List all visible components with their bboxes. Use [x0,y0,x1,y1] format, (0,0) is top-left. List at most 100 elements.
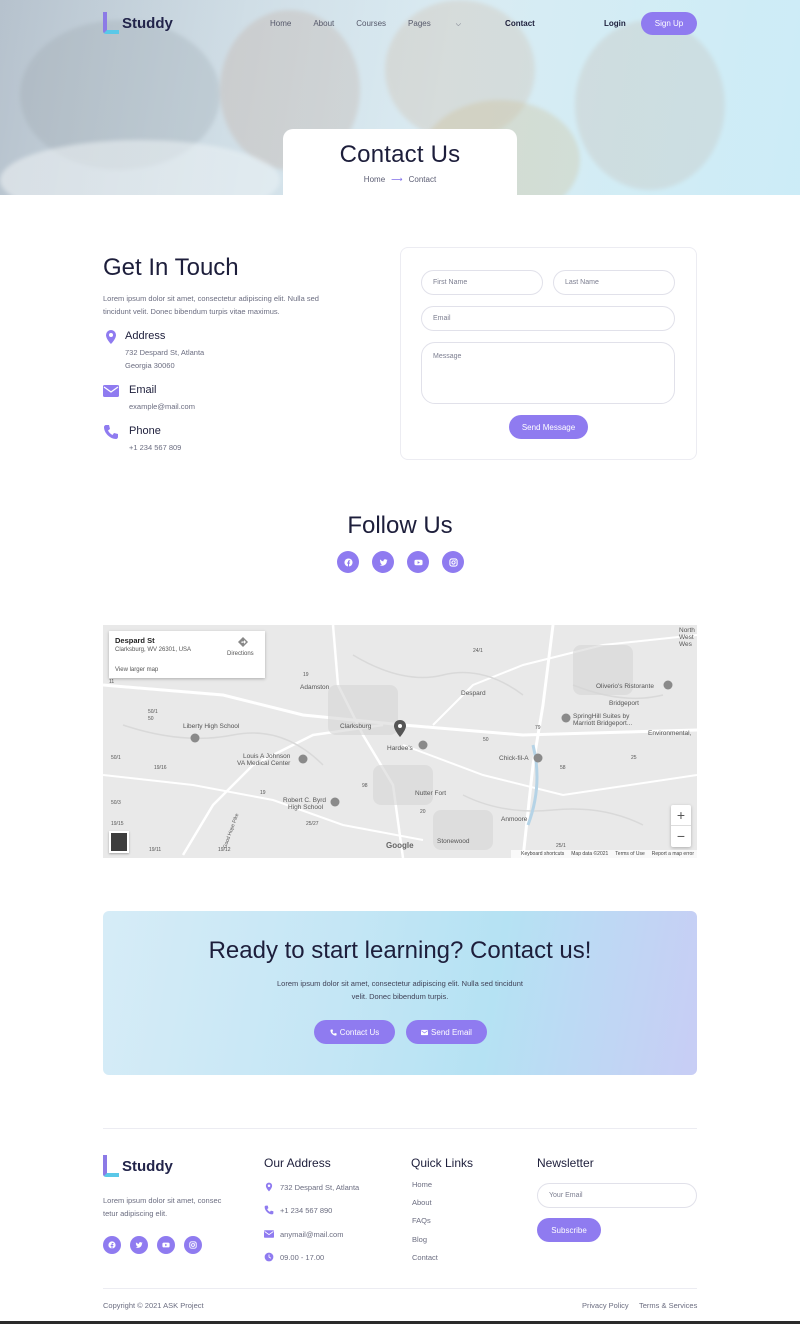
road-shield: 50/3 [111,800,121,806]
terms-of-use-link[interactable]: Terms of Use [615,851,644,857]
youtube-icon [162,1242,170,1248]
contact-us-button[interactable]: Contact Us [314,1020,395,1044]
directions-icon[interactable] [237,636,249,648]
footer-email-text[interactable]: anymail@mail.com [280,1230,343,1239]
youtube-link[interactable] [157,1236,175,1254]
map-label: Stonewood [437,838,470,845]
youtube-icon [413,559,423,565]
contact-us-label: Contact Us [339,1027,380,1037]
send-email-button[interactable]: Send Email [406,1020,487,1044]
footer-address-text: 732 Despard St, Atlanta [280,1182,360,1192]
map-label: VA Medical Center [237,760,291,767]
satellite-toggle[interactable] [109,831,129,853]
twitter-link[interactable] [372,551,394,573]
nav-contact[interactable]: Contact [505,19,535,29]
privacy-policy-link[interactable]: Privacy Policy [582,1301,629,1310]
footer-phone-text[interactable]: +1 234 567 890 [280,1206,332,1215]
instagram-link[interactable] [184,1236,202,1254]
instagram-icon [189,1241,197,1249]
newsletter-title: Newsletter [537,1156,594,1170]
social-links [337,551,477,573]
zoom-out-button[interactable]: − [671,826,691,846]
road-shield: 25/27 [306,821,319,827]
map-data-text: Map data ©2021 [571,851,609,857]
breadcrumb-home[interactable]: Home [364,175,385,184]
map-info-card: Despard St Clarksburg, WV 26301, USA Vie… [109,631,265,678]
road-shield: 98 [362,783,368,789]
nav-courses[interactable]: Courses [356,19,386,29]
road-shield: 19/16 [154,765,167,771]
nav-pages[interactable]: Pages ⌵ [408,19,483,29]
signup-button[interactable]: Sign Up [641,12,697,35]
map-label: West [679,634,694,641]
map-label: Liberty High School [183,723,240,730]
logo-mark-icon [103,12,119,34]
footer-phone: +1 234 567 890 [264,1205,332,1215]
map-label: Anmoore [501,816,528,823]
facebook-link[interactable] [103,1236,121,1254]
terms-link[interactable]: Terms & Services [639,1301,697,1310]
page-title: Contact Us [339,141,461,168]
road-shield: 20 [420,809,426,815]
phone-value[interactable]: +1 234 567 809 [129,441,181,454]
map-label: Robert C. Byrd [283,797,326,804]
nav-about[interactable]: About [313,19,334,29]
nav-home[interactable]: Home [270,19,291,29]
newsletter-email-input[interactable]: Your Email [537,1183,697,1208]
facebook-icon [343,557,353,567]
email-value[interactable]: example@mail.com [129,400,195,413]
footer-email: anymail@mail.com [264,1229,343,1239]
map-label: Chick-fil-A [499,755,529,762]
login-link[interactable]: Login [604,19,626,28]
zoom-in-button[interactable]: + [671,805,691,826]
road-shield: 19 [303,672,309,678]
send-message-button[interactable]: Send Message [509,415,588,439]
facebook-link[interactable] [337,551,359,573]
envelope-icon [103,385,119,397]
arrow-right-icon: ⟶ [391,175,403,184]
report-error-link[interactable]: Report a map error [652,851,694,857]
address-line-2: Georgia 30060 [125,361,175,370]
twitter-link[interactable] [130,1236,148,1254]
keyboard-shortcuts-link[interactable]: Keyboard shortcuts [521,851,564,857]
footer-link-about[interactable]: About [412,1198,432,1207]
map-label: Marriott Bridgeport... [573,720,633,727]
youtube-link[interactable] [407,551,429,573]
footer-link-blog[interactable]: Blog [412,1235,427,1244]
email-field[interactable]: Email [421,306,675,331]
instagram-link[interactable] [442,551,464,573]
chevron-down-icon: ⌵ [455,21,462,28]
footer-link-home[interactable]: Home [412,1180,432,1189]
map-card-address: Clarksburg, WV 26301, USA [115,647,192,653]
page-title-card: Contact Us Home ⟶ Contact [283,129,517,195]
first-name-field[interactable]: First Name [421,270,543,295]
road-shield: 19 [260,790,266,796]
map-card-title: Despard St [115,636,155,645]
footer-description: Lorem ipsum dolor sit amet, consec tetur… [103,1196,222,1218]
road-shield: 25 [631,755,637,761]
nav-pages-label: Pages [408,19,431,28]
breadcrumb: Home ⟶ Contact [283,175,517,184]
brand-name: Studdy [122,14,173,32]
footer-link-contact[interactable]: Contact [412,1253,438,1262]
footer-address-title: Our Address [264,1156,331,1170]
instagram-icon [448,557,458,567]
view-larger-map-link[interactable]: View larger map [115,667,158,673]
header-logo[interactable]: Studdy [103,12,173,34]
envelope-icon [264,1230,274,1238]
road-shield: 50/1 [111,755,121,761]
directions-label[interactable]: Directions [227,651,254,657]
cta-text: Lorem ipsum dolor sit amet, consectetur … [277,979,523,1001]
footer-divider [103,1128,697,1129]
location-map[interactable]: North West Wes Adamston Despard Oliverio… [103,625,697,858]
location-pin-icon [265,1182,273,1192]
footer-logo[interactable]: Studdy [103,1155,173,1177]
footer-address: 732 Despard St, Atlanta [264,1182,359,1192]
logo-mark-icon [103,1155,119,1177]
subscribe-button[interactable]: Subscribe [537,1218,601,1242]
phone-label: Phone [129,425,161,437]
footer-link-faqs[interactable]: FAQs [412,1216,431,1225]
message-field[interactable]: Message [421,342,675,404]
twitter-icon [135,1242,143,1248]
last-name-field[interactable]: Last Name [553,270,675,295]
